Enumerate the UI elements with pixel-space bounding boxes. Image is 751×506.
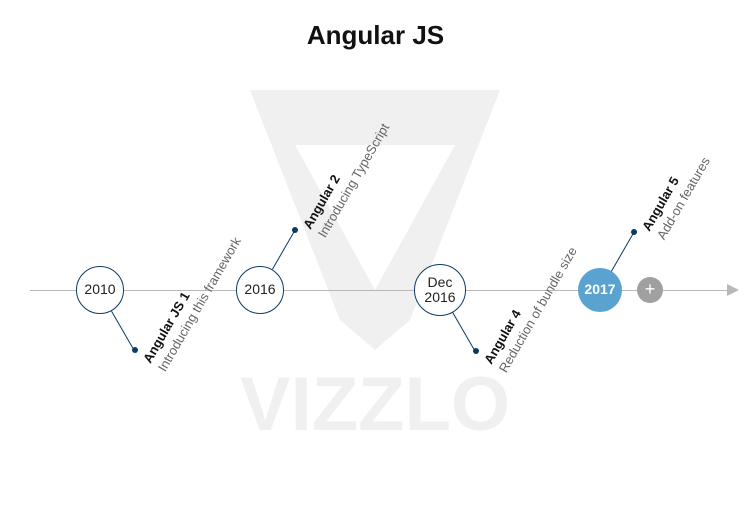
add-node-button[interactable]: + (637, 277, 663, 303)
leader-line (272, 230, 295, 269)
annotation-angular-2: Angular 2 Introducing TypeScript (300, 112, 394, 241)
page-title: Angular JS (0, 20, 751, 51)
timeline-node-2016[interactable]: 2016 (236, 266, 284, 314)
leader-dot-icon (292, 227, 298, 233)
leader-dot-icon (473, 348, 479, 354)
annotation-angular-5: Angular 5 Add-on features (639, 146, 715, 243)
timeline-node-dec-2016[interactable]: Dec 2016 (414, 264, 466, 316)
leader-line (452, 312, 475, 351)
timeline-axis (30, 290, 731, 291)
leader-line (611, 232, 634, 271)
timeline-arrow-icon (727, 284, 739, 296)
annotation-angular-4: Angular 4 Reduction of bundle size (481, 236, 581, 376)
svg-text:VIZZLO: VIZZLO (240, 362, 510, 447)
timeline-node-2017[interactable]: 2017 (578, 268, 622, 312)
leader-line (111, 311, 134, 350)
leader-dot-icon (631, 229, 637, 235)
leader-dot-icon (132, 347, 138, 353)
timeline-node-2010[interactable]: 2010 (76, 266, 124, 314)
annotation-angular-js-1: Angular JS 1 Introducing this framework (140, 226, 245, 375)
